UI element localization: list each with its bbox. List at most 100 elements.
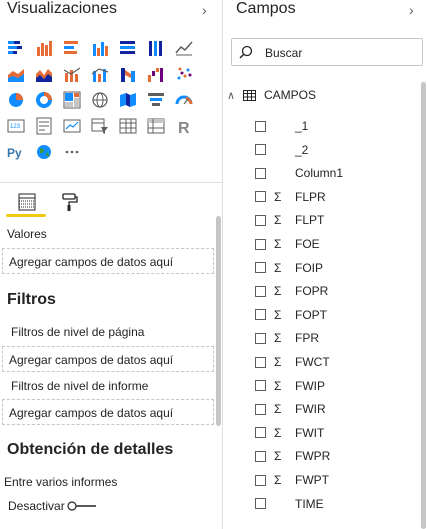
python-visual-icon[interactable]: Py — [2, 140, 30, 164]
fields-title: Campos — [236, 0, 296, 17]
visualizations-scrollbar[interactable] — [216, 216, 221, 426]
page-filters-drop-well[interactable]: Agregar campos de datos aquí — [2, 346, 214, 372]
collapse-fields-chevron-icon[interactable]: › — [409, 2, 414, 18]
field-row[interactable]: Σ FPR — [255, 328, 415, 348]
field-row[interactable]: Σ FLPR — [255, 187, 415, 207]
slicer-icon[interactable] — [86, 114, 114, 138]
field-row[interactable]: TIME — [255, 494, 415, 514]
field-checkbox[interactable] — [255, 309, 266, 321]
field-checkbox[interactable] — [255, 167, 266, 179]
stacked-column-icon[interactable] — [114, 36, 142, 60]
clustered-bar-icon[interactable] — [30, 36, 58, 60]
field-row[interactable]: Σ FWPR — [255, 446, 415, 466]
report-filters-drop-well[interactable]: Agregar campos de datos aquí — [2, 399, 214, 425]
field-checkbox[interactable] — [255, 144, 266, 156]
field-checkbox[interactable] — [255, 498, 266, 510]
line-stacked-column-icon[interactable] — [86, 62, 114, 86]
stacked-area-icon[interactable] — [30, 62, 58, 86]
field-name: FLPR — [295, 189, 326, 204]
r-visual-icon[interactable]: R — [170, 114, 198, 138]
field-row[interactable]: Σ FWCT — [255, 352, 415, 372]
kpi-icon[interactable] — [58, 114, 86, 138]
values-label: Valores — [7, 227, 47, 241]
field-row[interactable]: Σ FWIP — [255, 376, 415, 396]
field-name: FOPT — [295, 307, 327, 322]
field-checkbox[interactable] — [255, 450, 266, 462]
field-row[interactable]: Σ FOE — [255, 234, 415, 254]
fields-scrollbar[interactable] — [421, 82, 426, 529]
field-checkbox[interactable] — [255, 356, 266, 368]
sigma-icon: Σ — [274, 284, 282, 299]
field-checkbox[interactable] — [255, 403, 266, 415]
gauge-icon[interactable] — [170, 88, 198, 112]
pie-chart-icon[interactable] — [2, 88, 30, 112]
tab-format[interactable] — [48, 186, 90, 218]
line-chart-icon[interactable] — [170, 36, 198, 60]
field-checkbox[interactable] — [255, 262, 266, 274]
column-100-icon[interactable] — [142, 36, 170, 60]
cross-report-toggle-label: Desactivar — [8, 499, 65, 513]
field-row[interactable]: Σ FWIR — [255, 399, 415, 419]
sigma-icon: Σ — [274, 473, 282, 487]
field-checkbox[interactable] — [255, 474, 266, 486]
viz-row-4: 123 R — [2, 114, 202, 138]
stacked-bar-icon[interactable] — [2, 36, 30, 60]
table-header-campos[interactable]: ∧ CAMPOS — [227, 86, 316, 104]
field-row[interactable]: Σ FWIT — [255, 423, 415, 443]
cross-report-toggle[interactable] — [67, 500, 97, 512]
chevron-up-icon[interactable]: ∧ — [227, 89, 243, 102]
field-row[interactable]: _1 — [255, 116, 415, 136]
ribbon-chart-icon[interactable] — [114, 62, 142, 86]
field-name: FWIT — [295, 425, 325, 440]
field-checkbox[interactable] — [255, 380, 266, 392]
viz-row-2 — [2, 62, 202, 86]
field-checkbox[interactable] — [255, 191, 266, 203]
multi-row-card-icon[interactable] — [30, 114, 58, 138]
card-icon[interactable]: 123 — [2, 114, 30, 138]
visualizations-title: Visualizaciones — [7, 0, 117, 17]
field-name: FLPT — [295, 213, 325, 228]
funnel-icon[interactable] — [142, 88, 170, 112]
waterfall-chart-icon[interactable] — [142, 62, 170, 86]
field-name: _2 — [295, 142, 309, 157]
sigma-icon: Σ — [274, 355, 282, 369]
field-name: TIME — [295, 496, 324, 511]
field-row[interactable]: Σ FOPR — [255, 281, 415, 301]
stacked-bar-100-icon[interactable] — [58, 36, 86, 60]
treemap-icon[interactable] — [58, 88, 86, 112]
sigma-icon: Σ — [274, 331, 282, 346]
clustered-column-icon[interactable] — [86, 36, 114, 60]
field-name: FWIR — [295, 402, 326, 417]
field-row[interactable]: Σ FWPT — [255, 470, 415, 490]
scatter-chart-icon[interactable] — [170, 62, 198, 86]
field-row[interactable]: Σ FLPT — [255, 210, 415, 230]
field-checkbox[interactable] — [255, 427, 266, 439]
field-checkbox[interactable] — [255, 285, 266, 297]
field-row[interactable]: _2 — [255, 140, 415, 160]
sigma-icon: Σ — [274, 378, 282, 393]
more-visuals-icon[interactable] — [58, 140, 86, 164]
values-drop-well[interactable]: Agregar campos de datos aquí — [2, 248, 214, 274]
area-chart-icon[interactable] — [2, 62, 30, 86]
matrix-icon[interactable] — [142, 114, 170, 138]
map-icon[interactable] — [86, 88, 114, 112]
table-icon[interactable] — [114, 114, 142, 138]
report-filters-label: Filtros de nivel de informe — [11, 379, 149, 393]
field-checkbox[interactable] — [255, 238, 266, 250]
globe-icon[interactable] — [30, 140, 58, 164]
fields-search-input[interactable]: Buscar — [231, 38, 423, 66]
collapse-visualizations-chevron-icon[interactable]: › — [202, 2, 207, 18]
field-row[interactable]: Σ FOIP — [255, 258, 415, 278]
field-checkbox[interactable] — [255, 214, 266, 226]
field-row[interactable]: Column1 — [255, 163, 415, 183]
field-name: FWIP — [295, 378, 325, 393]
field-name: FOPR — [295, 284, 329, 299]
line-clustered-column-icon[interactable] — [58, 62, 86, 86]
field-checkbox[interactable] — [255, 332, 266, 344]
donut-chart-icon[interactable] — [30, 88, 58, 112]
field-name: FWPR — [295, 449, 331, 464]
field-checkbox[interactable] — [255, 120, 266, 132]
field-row[interactable]: Σ FOPT — [255, 305, 415, 325]
filled-map-icon[interactable] — [114, 88, 142, 112]
sigma-icon: Σ — [274, 213, 282, 228]
